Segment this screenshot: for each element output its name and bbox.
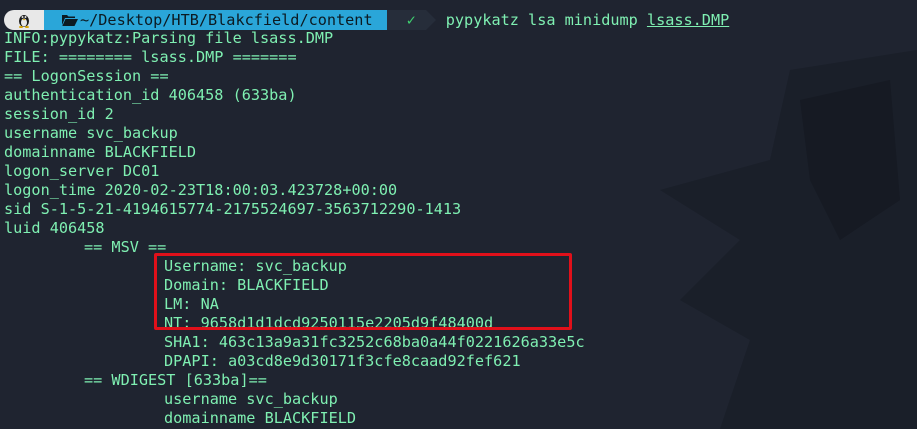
output-line-wdigest-username: username svc_backup xyxy=(164,390,338,408)
output-line: INFO:pypykatz:Parsing file lsass.DMP xyxy=(4,29,334,47)
output-line: logon_server DC01 xyxy=(4,162,160,180)
output-line: logon_time 2020-02-23T18:00:03.423728+00… xyxy=(4,181,398,199)
output-line: username svc_backup xyxy=(4,124,178,142)
credential-highlight-box xyxy=(154,253,572,330)
output-line: domainname BLACKFIELD xyxy=(4,143,197,161)
terminal-output: INFO:pypykatz:Parsing file lsass.DMP FIL… xyxy=(4,10,917,428)
output-line-dpapi: DPAPI: a03cd8e9d30171f3cfe8caad92fef621 xyxy=(164,352,521,370)
output-line-prompt-spacer xyxy=(4,10,917,29)
output-line: luid 406458 xyxy=(4,219,105,237)
terminal-window[interactable]: ~/Desktop/HTB/Blakcfield/content ✓ pypyk… xyxy=(0,0,917,429)
output-line: session_id 2 xyxy=(4,105,114,123)
output-line: == LogonSession == xyxy=(4,67,169,85)
output-line-wdigest-domain: domainname BLACKFIELD xyxy=(164,409,357,427)
output-line: FILE: ======== lsass.DMP ======= xyxy=(4,48,297,66)
output-line-sha1: SHA1: 463c13a9a31fc3252c68ba0a44f0221626… xyxy=(164,333,585,351)
output-line: authentication_id 406458 (633ba) xyxy=(4,86,297,104)
output-line: sid S-1-5-21-4194615774-2175524697-35637… xyxy=(4,200,462,218)
output-line-wdigest-header: == WDIGEST [633ba]== xyxy=(84,371,267,389)
